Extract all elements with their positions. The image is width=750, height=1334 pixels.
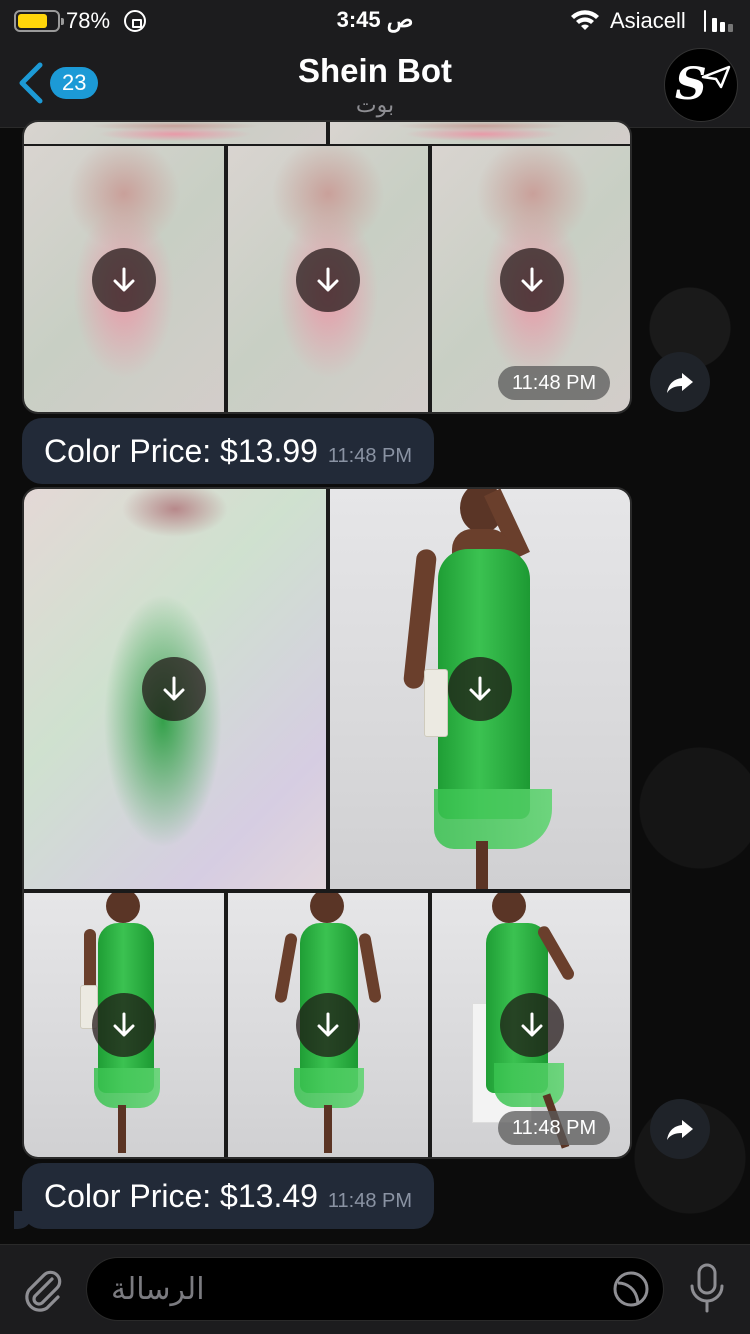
sticker-icon[interactable] bbox=[612, 1270, 650, 1308]
arrow-down-icon bbox=[521, 1012, 543, 1037]
download-button[interactable] bbox=[92, 248, 156, 312]
share-button[interactable] bbox=[650, 1099, 710, 1159]
album-tile[interactable] bbox=[24, 122, 326, 144]
arrow-down-icon bbox=[113, 267, 135, 292]
share-arrow-icon bbox=[667, 373, 693, 393]
download-button[interactable] bbox=[296, 993, 360, 1057]
share-arrow-icon bbox=[667, 1120, 693, 1140]
message-text: Color Price: $13.49 bbox=[44, 1178, 318, 1214]
media-album: 11:48 PM bbox=[22, 120, 632, 414]
download-button[interactable] bbox=[500, 248, 564, 312]
arrow-down-icon bbox=[469, 676, 491, 701]
carrier-name: Asiacell bbox=[610, 8, 686, 33]
share-button[interactable] bbox=[650, 352, 710, 412]
album-tile[interactable] bbox=[24, 146, 224, 412]
arrow-down-icon bbox=[521, 267, 543, 292]
download-button[interactable] bbox=[92, 993, 156, 1057]
arrow-down-icon bbox=[113, 1012, 135, 1037]
chat-subtitle: بوت bbox=[355, 92, 395, 117]
message-bubble[interactable]: Color Price: $13.99 11:48 PM bbox=[22, 418, 435, 484]
message-input[interactable]: الرسالة bbox=[86, 1257, 664, 1321]
message-timestamp: 11:48 PM bbox=[327, 1190, 413, 1212]
download-button[interactable] bbox=[296, 248, 360, 312]
chat-title[interactable]: Shein Bot bbox=[0, 52, 750, 90]
download-button[interactable] bbox=[500, 993, 564, 1057]
album-tile[interactable] bbox=[228, 893, 428, 1157]
message-input-placeholder: الرسالة bbox=[111, 1272, 205, 1307]
album-tile[interactable]: 11:48 PM bbox=[432, 146, 630, 412]
status-bar: 78% 3:45 ص Asiacell bbox=[0, 0, 750, 44]
album-timestamp: 11:48 PM bbox=[498, 1111, 611, 1145]
wifi-icon bbox=[571, 10, 599, 30]
paper-plane-icon bbox=[701, 65, 731, 89]
media-album: 11:48 PM bbox=[22, 487, 632, 1159]
avatar[interactable]: S bbox=[664, 48, 738, 122]
album-tile[interactable] bbox=[24, 489, 326, 889]
album-tile[interactable] bbox=[330, 122, 630, 144]
album-timestamp: 11:48 PM bbox=[498, 366, 611, 400]
album-tile[interactable] bbox=[24, 893, 224, 1157]
album-tile[interactable] bbox=[330, 489, 630, 889]
arrow-down-icon bbox=[163, 676, 185, 701]
album-tile[interactable] bbox=[228, 146, 428, 412]
arrow-down-icon bbox=[317, 267, 339, 292]
album-tile[interactable]: 11:48 PM bbox=[432, 893, 630, 1157]
signal-icon bbox=[704, 10, 738, 32]
message-text: Color Price: $13.99 bbox=[44, 433, 318, 469]
chat-header: 23 Shein Bot بوت S bbox=[0, 44, 750, 128]
message-timestamp: 11:48 PM bbox=[327, 445, 413, 467]
arrow-down-icon bbox=[317, 1012, 339, 1037]
paperclip-icon[interactable] bbox=[22, 1267, 64, 1313]
message-bubble[interactable]: Color Price: $13.49 11:48 PM bbox=[22, 1163, 435, 1229]
download-button[interactable] bbox=[448, 657, 512, 721]
download-button[interactable] bbox=[142, 657, 206, 721]
microphone-icon[interactable] bbox=[688, 1262, 726, 1314]
